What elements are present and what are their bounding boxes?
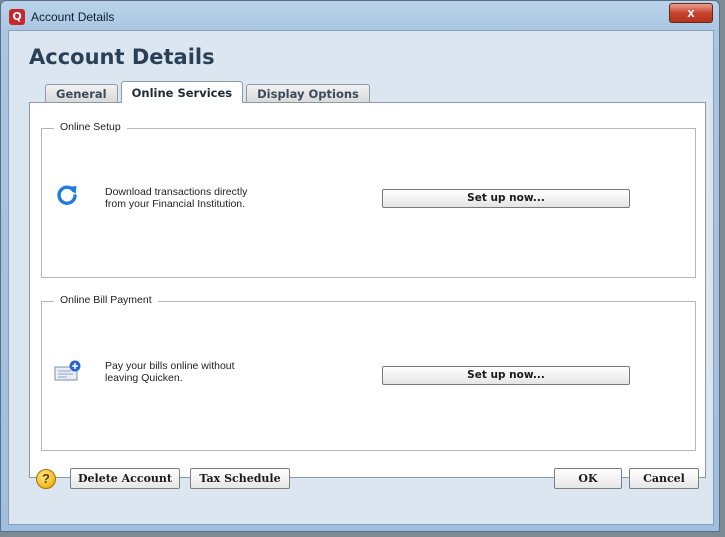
tab-bar: General Online Services Display Options [45,81,373,103]
window-title: Account Details [31,10,115,24]
ok-button[interactable]: OK [554,468,622,489]
help-icon[interactable]: ? [36,469,56,489]
bill-payment-button[interactable]: Set up now... [382,366,630,385]
online-setup-button[interactable]: Set up now... [382,189,630,208]
online-setup-description-line1: Download transactions directly [105,186,248,198]
tab-general[interactable]: General [45,84,118,103]
bill-payment-description-line1: Pay your bills online without [105,360,235,372]
online-setup-description: Download transactions directly from your… [105,186,305,210]
close-button[interactable]: x [669,3,713,23]
online-services-panel: Online Setup Download transactions direc… [29,102,706,478]
online-setup-description-line2: from your Financial Institution. [105,198,246,210]
dialog-body: Account Details General Online Services … [8,30,714,525]
delete-account-button[interactable]: Delete Account [70,468,180,489]
bill-pay-icon [53,359,83,386]
tax-schedule-button[interactable]: Tax Schedule [190,468,290,489]
bill-payment-legend: Online Bill Payment [54,294,158,306]
refresh-icon [55,183,79,210]
online-setup-legend: Online Setup [54,121,127,133]
title-bar[interactable]: Q Account Details x [1,1,719,31]
account-details-window: Q Account Details x Account Details Gene… [0,0,720,532]
page-title: Account Details [29,45,215,69]
bill-payment-description-line2: leaving Quicken. [105,372,183,384]
cancel-button[interactable]: Cancel [629,468,699,489]
online-setup-group: Online Setup Download transactions direc… [41,121,696,278]
quicken-q-icon: Q [9,9,25,25]
tab-online-services[interactable]: Online Services [120,81,244,103]
tab-display-options[interactable]: Display Options [246,84,370,103]
bill-payment-group: Online Bill Payment Pay your bills onlin… [41,294,696,451]
bill-payment-description: Pay your bills online without leaving Qu… [105,360,305,384]
